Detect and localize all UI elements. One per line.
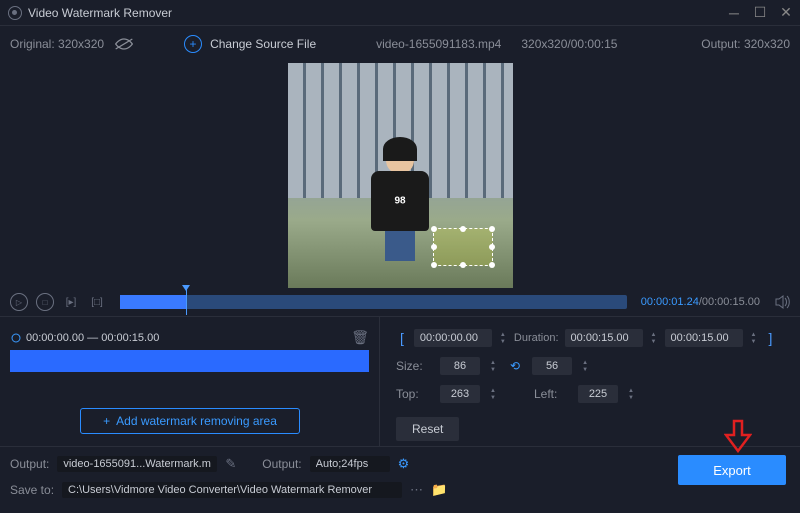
top-label: Top: <box>396 387 432 401</box>
left-up-icon[interactable]: ▲ <box>626 388 636 394</box>
seek-bar[interactable] <box>120 295 627 309</box>
mark-out-button[interactable]: [□] <box>88 295 106 309</box>
original-size-label: Original: 320x320 <box>10 37 104 51</box>
duration-input[interactable] <box>565 329 643 347</box>
output-format-input[interactable] <box>310 456 390 472</box>
end-up-icon[interactable]: ▲ <box>749 332 759 338</box>
source-fileinfo: 320x320/00:00:15 <box>521 37 617 51</box>
dur-up-icon[interactable]: ▲ <box>649 332 659 338</box>
output-size-label: Output: 320x320 <box>701 37 790 51</box>
clip-timeline[interactable] <box>10 350 369 372</box>
start-down-icon[interactable]: ▼ <box>498 339 508 345</box>
range-start-bracket[interactable]: [ <box>396 330 408 346</box>
end-down-icon[interactable]: ▼ <box>749 339 759 345</box>
settings-icon[interactable]: ⚙ <box>398 456 410 472</box>
play-button[interactable]: ▷ <box>10 293 28 311</box>
more-options-icon[interactable]: ⋯ <box>410 482 423 498</box>
dur-down-icon[interactable]: ▼ <box>649 339 659 345</box>
output-format-label: Output: <box>262 457 301 471</box>
watermark-selection[interactable] <box>433 228 493 266</box>
clip-marker-icon <box>10 332 22 344</box>
minimize-icon[interactable]: ─ <box>728 7 740 19</box>
add-source-icon[interactable]: + <box>184 35 202 53</box>
output-file-label: Output: <box>10 457 49 471</box>
top-input[interactable] <box>440 385 480 403</box>
h-down-icon[interactable]: ▼ <box>580 367 590 373</box>
info-row: Original: 320x320 + Change Source File v… <box>0 26 800 62</box>
add-watermark-area-button[interactable]: + Add watermark removing area <box>80 408 300 434</box>
playback-controls: ▷ □ [▸] [□] 00:00:01.24/00:00:15.00 <box>0 288 800 316</box>
export-button[interactable]: Export <box>678 455 786 485</box>
current-time: 00:00:01.24 <box>641 296 699 308</box>
left-label: Left: <box>534 387 570 401</box>
open-folder-icon[interactable]: 📁 <box>431 482 447 498</box>
left-input[interactable] <box>578 385 618 403</box>
app-logo-icon <box>8 6 22 20</box>
duration-label: Duration: <box>514 332 559 344</box>
top-up-icon[interactable]: ▲ <box>488 388 498 394</box>
close-icon[interactable]: ✕ <box>780 7 792 19</box>
h-up-icon[interactable]: ▲ <box>580 360 590 366</box>
height-input[interactable] <box>532 357 572 375</box>
bottom-bar: Output: ✎ Output: ⚙ Save to: ⋯ 📁 Export <box>0 446 800 502</box>
stop-button[interactable]: □ <box>36 293 54 311</box>
output-filename-input[interactable] <box>57 456 217 472</box>
titlebar: Video Watermark Remover ─ ☐ ✕ <box>0 0 800 26</box>
properties-panel: [ ▲▼ Duration: ▲▼ ▲▼ ] Size: ▲▼ ⟲ ▲▼ Top… <box>380 317 800 446</box>
save-path-input[interactable] <box>62 482 402 498</box>
size-label: Size: <box>396 359 432 373</box>
delete-clip-icon[interactable]: 🗑 <box>351 329 369 346</box>
total-time: /00:00:15.00 <box>699 296 760 308</box>
volume-icon[interactable] <box>774 295 790 309</box>
plus-icon: + <box>103 414 110 428</box>
w-down-icon[interactable]: ▼ <box>488 367 498 373</box>
top-down-icon[interactable]: ▼ <box>488 395 498 401</box>
change-source-button[interactable]: Change Source File <box>210 37 316 51</box>
link-aspect-icon[interactable]: ⟲ <box>510 359 520 373</box>
video-frame <box>288 63 513 288</box>
video-preview[interactable] <box>0 62 800 288</box>
start-up-icon[interactable]: ▲ <box>498 332 508 338</box>
clip-range: 00:00:00.00 — 00:00:15.00 <box>26 332 159 344</box>
start-time-input[interactable] <box>414 329 492 347</box>
width-input[interactable] <box>440 357 480 375</box>
mark-in-button[interactable]: [▸] <box>62 295 80 309</box>
app-title: Video Watermark Remover <box>28 6 728 20</box>
maximize-icon[interactable]: ☐ <box>754 7 766 19</box>
reset-button[interactable]: Reset <box>396 417 459 441</box>
left-down-icon[interactable]: ▼ <box>626 395 636 401</box>
playhead-icon[interactable] <box>186 289 187 315</box>
preview-toggle-icon[interactable] <box>114 37 134 51</box>
save-to-label: Save to: <box>10 483 54 497</box>
edit-filename-icon[interactable]: ✎ <box>225 456 236 472</box>
range-end-bracket[interactable]: ] <box>765 330 777 346</box>
time-display: 00:00:01.24/00:00:15.00 <box>641 296 760 308</box>
source-filename: video-1655091183.mp4 <box>376 37 501 51</box>
clips-panel: 00:00:00.00 — 00:00:15.00 🗑 + Add waterm… <box>0 317 380 446</box>
end-time-input[interactable] <box>665 329 743 347</box>
w-up-icon[interactable]: ▲ <box>488 360 498 366</box>
